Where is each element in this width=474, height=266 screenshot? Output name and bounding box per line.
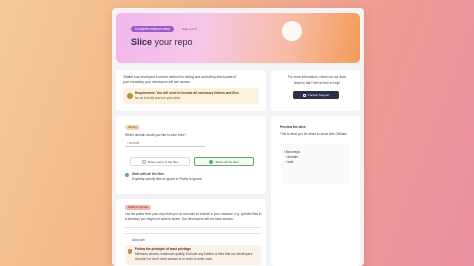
chat-icon	[302, 93, 306, 97]
paths-card: Paths to ignore List the paths from your…	[116, 199, 266, 266]
app-window: Complete instance setup Step 4 of 5 Slic…	[112, 8, 364, 266]
requirement-sub: for us to build and run your slice.	[135, 96, 182, 100]
hero-banner: Complete instance setup Step 4 of 5 Slic…	[116, 13, 360, 63]
preview-title: Preview the slice	[280, 125, 306, 129]
talk-text: Need to talk? We're here to help!	[293, 81, 341, 85]
share-all-option[interactable]: Share all the files	[194, 157, 254, 166]
path-input[interactable]	[125, 227, 261, 228]
setup-badge: Complete instance setup	[131, 26, 175, 32]
start-title: Start with all the files	[132, 172, 164, 176]
intro-card: Gitlabrt has developed a secure method f…	[116, 70, 266, 111]
contact-support-button[interactable]: Contact Support	[293, 91, 339, 99]
intro-text-1: Gitlabrt has developed a secure method f…	[123, 75, 237, 79]
title-rest: your repo	[152, 37, 193, 47]
tree-item: / Monorepo	[284, 150, 301, 154]
page-title: Slice your repo	[131, 37, 193, 47]
principle-note: Follow the principle of least privilege …	[125, 245, 261, 265]
help-card: For more information, check out our docs…	[271, 70, 360, 111]
preview-card: Preview the slice This is what you be ab…	[271, 116, 360, 266]
domain-question: Which domain would you like to slice fro…	[125, 133, 186, 137]
preview-subtitle: This is what you be about to show with G…	[280, 132, 348, 136]
intro-text-2: your repository your developers will see…	[123, 80, 191, 84]
radio-unselected	[141, 160, 146, 165]
docs-link[interactable]: For more information, check out our docs	[288, 75, 346, 79]
radio-selected	[209, 160, 214, 165]
slicing-tag: Slicing	[125, 125, 140, 130]
path-input[interactable]	[125, 233, 261, 234]
tree-item: / domain	[284, 155, 298, 159]
principle-sub-1: Minimum access, maximum quality. Exclude…	[135, 252, 253, 256]
domain-input[interactable]: / module	[125, 140, 205, 147]
paths-text-1: List the paths from your repo that you d…	[125, 212, 262, 216]
requirement-title: Requirement: You will need to include al…	[135, 91, 239, 95]
start-subtitle: Explicitly specify files to ignore in 'P…	[132, 177, 203, 181]
paths-tag: Paths to ignore	[125, 205, 152, 210]
contact-support-label: Contact Support	[307, 93, 330, 97]
shield-icon	[128, 249, 132, 254]
share-all-label: Share all the files	[215, 160, 239, 164]
principle-sub-2: shouldn't or don't need access to in ord…	[135, 257, 213, 261]
tree-item: / web	[284, 160, 294, 164]
docs-text: For more information, check out our docs	[276, 75, 358, 80]
share-some-label: Share some of the files	[147, 160, 179, 164]
decorative-orb	[282, 21, 302, 41]
add-path-button[interactable]: Add path	[132, 238, 145, 243]
share-some-option[interactable]: Share some of the files	[130, 157, 190, 166]
preview-tree: / Monorepo / domain / web	[281, 144, 351, 184]
domain-input-value: / module	[127, 141, 140, 145]
warning-icon: !	[127, 93, 133, 99]
slicing-card: Slicing Which domain would you like to s…	[116, 116, 266, 194]
title-strong: Slice	[131, 37, 153, 47]
principle-title: Follow the principle of least privilege	[135, 247, 191, 251]
check-icon	[125, 173, 129, 177]
paths-text-2: a directory you might not want to share.…	[125, 217, 234, 221]
requirement-note: ! Requirement: You will need to include …	[123, 88, 259, 104]
step-indicator: Step 4 of 5	[182, 27, 197, 31]
